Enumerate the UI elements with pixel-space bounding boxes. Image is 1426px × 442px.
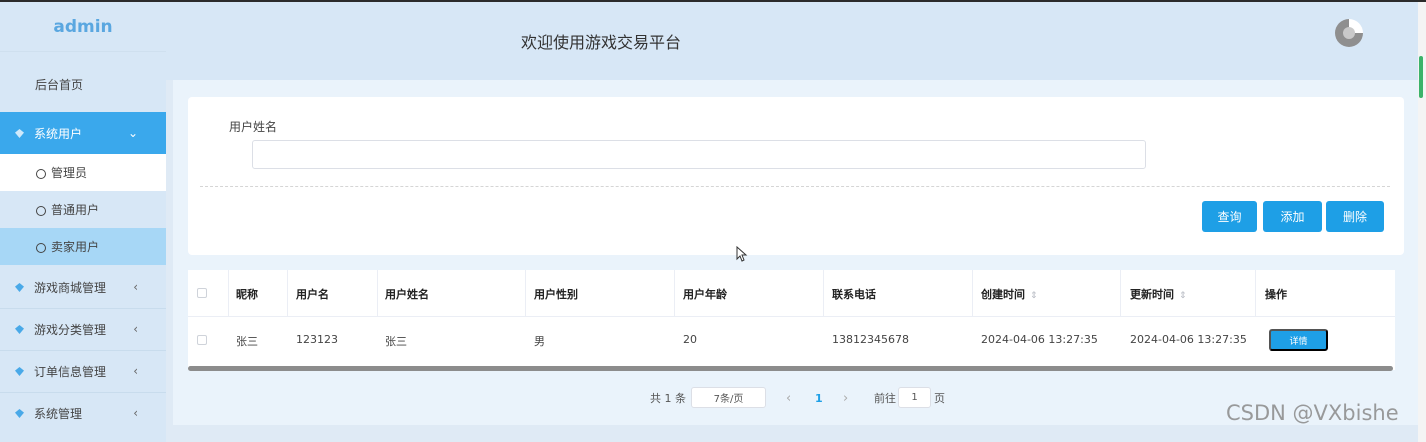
goto-page-input[interactable]: 1 (898, 387, 931, 408)
column-header-created-label: 创建时间 (981, 288, 1025, 301)
sidebar: admin 后台首页 系统用户 ⌄ 管理员 普通用户 卖家用户 游戏商城管理 ‹… (0, 2, 166, 442)
column-header-phone: 联系电话 (832, 288, 876, 301)
watermark: CSDN @VXbishe (1226, 401, 1399, 425)
vertical-scrollbar-thumb[interactable] (1419, 56, 1423, 98)
column-divider (287, 270, 288, 316)
diamond-icon (15, 282, 24, 292)
diamond-icon (15, 366, 24, 376)
column-header-updated[interactable]: 更新时间 ⇕ (1130, 286, 1187, 302)
sidebar-subitem-admin[interactable]: 管理员 (0, 154, 166, 191)
detail-button[interactable]: 详情 (1269, 329, 1328, 351)
cell-created-time: 2024-04-06 13:27:35 (981, 333, 1098, 346)
query-button[interactable]: 查询 (1202, 201, 1257, 232)
column-divider (377, 270, 378, 316)
top-header: 欢迎使用游戏交易平台 (166, 2, 1418, 80)
sort-icon[interactable]: ⇕ (1030, 291, 1038, 301)
sidebar-item-home[interactable]: 后台首页 (0, 67, 166, 101)
cell-updated-time: 2024-04-06 13:27:35 (1130, 333, 1247, 346)
check-circle-icon (36, 242, 46, 253)
users-table: 昵称 用户名 用户姓名 用户性别 用户年龄 联系电话 创建时间 ⇕ 更新时间 ⇕ 操… (188, 270, 1395, 371)
check-circle-icon (36, 205, 46, 216)
cell-username: 123123 (296, 333, 338, 346)
chevron-left-icon: ‹ (133, 280, 138, 294)
page-size-select[interactable]: 7条/页 (691, 387, 766, 408)
sidebar-item-system-manage-label: 系统管理 (34, 406, 83, 421)
column-header-age: 用户年龄 (683, 288, 727, 301)
name-field-label: 用户姓名 (229, 120, 278, 134)
column-divider (823, 270, 824, 316)
logo: admin (0, 2, 166, 52)
dashed-divider (200, 186, 1390, 187)
sort-icon[interactable]: ⇕ (1179, 291, 1187, 301)
sidebar-item-game-mall[interactable]: 游戏商城管理 ‹ (0, 266, 166, 308)
chevron-left-icon: ‹ (133, 364, 138, 378)
add-button[interactable]: 添加 (1263, 201, 1322, 232)
chevron-down-icon: ⌄ (127, 126, 138, 140)
column-header-created[interactable]: 创建时间 ⇕ (981, 286, 1038, 302)
sidebar-subitem-admin-label: 管理员 (51, 166, 88, 180)
diamond-icon (15, 324, 24, 334)
column-divider (525, 270, 526, 316)
sidebar-subitem-normal-user[interactable]: 普通用户 (0, 191, 166, 228)
mouse-cursor-icon (736, 246, 748, 262)
column-header-gender: 用户性别 (534, 288, 578, 301)
sidebar-item-order-info-label: 订单信息管理 (34, 364, 107, 379)
column-divider (228, 270, 229, 316)
loading-spinner-icon (1335, 19, 1363, 47)
sidebar-item-system-users[interactable]: 系统用户 ⌄ (0, 112, 166, 154)
sidebar-item-order-info[interactable]: 订单信息管理 ‹ (0, 350, 166, 392)
sidebar-subitem-normal-user-label: 普通用户 (51, 203, 100, 217)
cell-gender: 男 (534, 335, 545, 348)
name-search-input[interactable] (252, 140, 1146, 169)
page-title: 欢迎使用游戏交易平台 (521, 33, 682, 52)
cell-age: 20 (683, 333, 697, 346)
sidebar-item-game-mall-label: 游戏商城管理 (34, 280, 107, 295)
sidebar-subitem-seller-user-label: 卖家用户 (51, 240, 100, 254)
cell-phone: 13812345678 (832, 333, 909, 346)
page-number-current[interactable]: 1 (815, 387, 823, 409)
row-checkbox[interactable] (197, 335, 207, 345)
sidebar-item-system-manage[interactable]: 系统管理 ‹ (0, 392, 166, 434)
column-divider (1120, 270, 1121, 316)
table-header-divider (188, 316, 1395, 317)
diamond-icon (15, 408, 24, 418)
next-page-button[interactable]: › (843, 387, 848, 409)
chevron-left-icon: ‹ (133, 322, 138, 336)
pagination-total: 共 1 条 (650, 392, 686, 405)
sidebar-item-system-users-label: 系统用户 (34, 126, 83, 141)
column-header-nickname: 昵称 (236, 288, 258, 301)
page-suffix-label: 页 (934, 392, 945, 405)
sidebar-item-game-category[interactable]: 游戏分类管理 ‹ (0, 308, 166, 350)
horizontal-scrollbar[interactable] (188, 366, 1393, 371)
column-header-updated-label: 更新时间 (1130, 288, 1174, 301)
goto-label: 前往 (874, 392, 896, 405)
sidebar-subitem-seller-user[interactable]: 卖家用户 (0, 228, 166, 265)
column-header-username: 用户名 (296, 288, 329, 301)
sidebar-item-home-label: 后台首页 (35, 77, 84, 92)
prev-page-button[interactable]: ‹ (786, 387, 791, 409)
cell-name: 张三 (385, 335, 407, 348)
check-circle-icon (36, 168, 46, 179)
column-divider (1255, 270, 1256, 316)
column-header-name: 用户姓名 (385, 288, 429, 301)
diamond-icon (15, 128, 24, 138)
column-divider (674, 270, 675, 316)
delete-button[interactable]: 删除 (1326, 201, 1384, 232)
chevron-left-icon: ‹ (133, 406, 138, 420)
select-all-checkbox[interactable] (197, 288, 207, 298)
cell-nickname: 张三 (236, 335, 258, 348)
column-divider (972, 270, 973, 316)
sidebar-item-game-category-label: 游戏分类管理 (34, 322, 107, 337)
column-header-actions: 操作 (1265, 288, 1287, 301)
